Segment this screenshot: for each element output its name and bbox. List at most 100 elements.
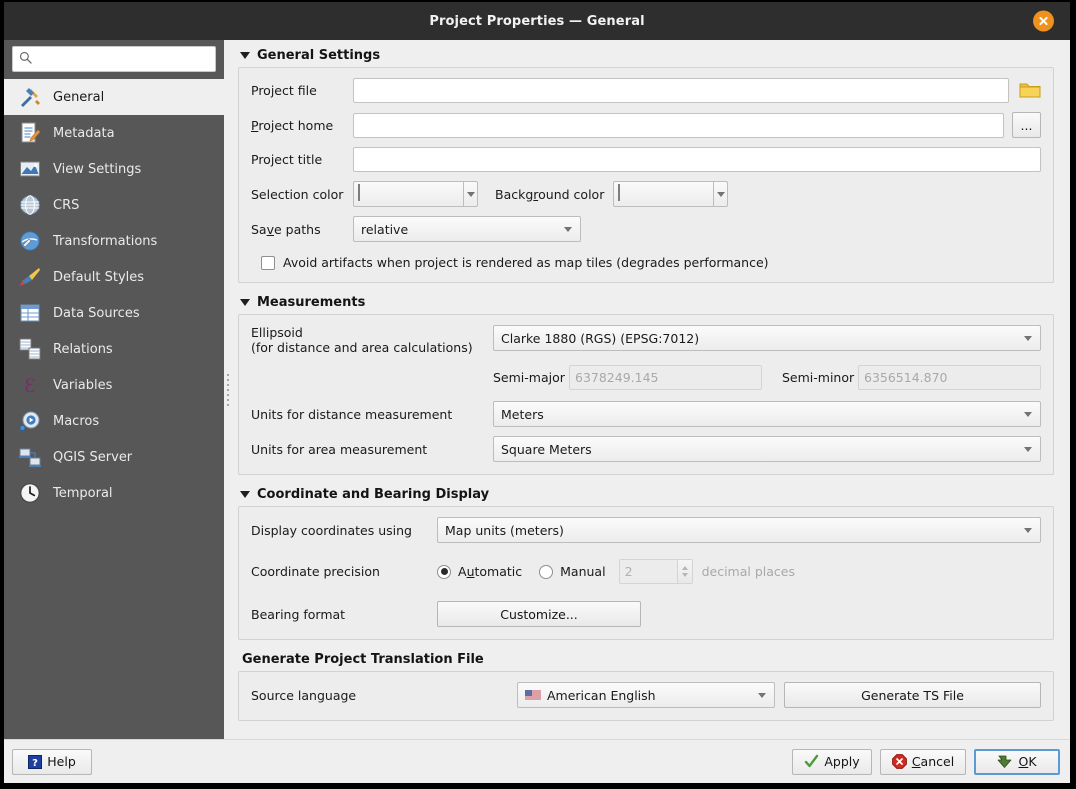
apply-button[interactable]: Apply — [792, 748, 872, 775]
search-box[interactable] — [12, 46, 216, 72]
search-icon — [19, 51, 32, 67]
save-paths-value: relative — [361, 221, 409, 237]
epsilon-icon: Ɛ — [24, 375, 36, 397]
coordinate-precision-label: Coordinate precision — [251, 564, 380, 579]
bearing-customize-button[interactable]: Customize... — [437, 601, 641, 627]
area-units-row: Units for area measurement Square Meters — [251, 436, 1041, 462]
search-input[interactable] — [37, 48, 209, 70]
globe-transform-icon — [20, 231, 40, 251]
coordinate-display-header[interactable]: Coordinate and Bearing Display — [240, 487, 1054, 502]
general-settings-header[interactable]: General Settings — [240, 48, 1054, 63]
precision-manual-radio[interactable] — [539, 564, 554, 579]
sidebar-item-variables[interactable]: Ɛ Variables — [4, 367, 224, 403]
sidebar-item-label: CRS — [53, 197, 80, 213]
project-title-input[interactable] — [353, 147, 1041, 172]
precision-automatic-label: Automatic — [458, 564, 523, 579]
sidebar-search-wrap — [4, 46, 224, 79]
source-language-combo[interactable]: American English — [517, 682, 775, 708]
selection-color-button[interactable] — [353, 181, 478, 207]
ok-arrow-icon — [998, 755, 1012, 768]
project-file-input[interactable] — [353, 78, 1009, 103]
collapse-triangle-icon — [240, 52, 250, 59]
sidebar-item-label: QGIS Server — [53, 449, 133, 465]
measurements-group: Ellipsoid (for distance and area calcula… — [238, 314, 1054, 475]
display-coordinates-label: Display coordinates using — [251, 522, 412, 538]
source-language-label: Source language — [251, 687, 357, 703]
precision-automatic-radio[interactable] — [437, 564, 451, 579]
hammer-wrench-icon — [21, 88, 40, 107]
svg-text:?: ? — [32, 758, 38, 769]
project-home-browse-button[interactable]: ... — [1012, 112, 1041, 138]
area-units-value: Square Meters — [501, 441, 592, 457]
sidebar-item-transformations[interactable]: Transformations — [4, 223, 224, 259]
project-title-label: Project title — [251, 152, 323, 167]
display-coordinates-value: Map units (meters) — [445, 522, 564, 538]
sidebar-item-label: Data Sources — [53, 305, 140, 321]
distance-units-combo[interactable]: Meters — [493, 401, 1041, 427]
sidebar-item-macros[interactable]: Macros — [4, 403, 224, 439]
sidebar-item-label: Default Styles — [53, 269, 145, 285]
display-coordinates-combo[interactable]: Map units (meters) — [437, 517, 1041, 543]
save-paths-combo[interactable]: relative — [353, 216, 581, 242]
sidebar-item-metadata[interactable]: Metadata — [4, 115, 224, 151]
project-home-row: Project home ... — [251, 112, 1041, 138]
area-units-combo[interactable]: Square Meters — [493, 436, 1041, 462]
collapse-triangle-icon — [240, 491, 250, 498]
close-icon[interactable] — [1033, 10, 1054, 32]
ellipsoid-label-line1: Ellipsoid — [251, 325, 303, 340]
display-coordinates-row: Display coordinates using Map units (met… — [251, 517, 1041, 543]
sidebar-item-label: Transformations — [53, 233, 158, 249]
help-icon: ? — [28, 754, 43, 769]
semi-minor-label: Semi-minor — [782, 370, 855, 385]
dialog-body: General Metadata View Settings CRS Trans… — [4, 40, 1070, 739]
sidebar-item-temporal[interactable]: Temporal — [4, 475, 224, 511]
sidebar-item-data-sources[interactable]: Data Sources — [4, 295, 224, 331]
decimal-places-input[interactable] — [618, 559, 677, 584]
ellipsoid-label-line2: (for distance and area calculations) — [251, 340, 473, 355]
coordinate-display-title: Coordinate and Bearing Display — [257, 487, 490, 502]
sidebar-item-qgis-server[interactable]: QGIS Server — [4, 439, 224, 475]
cancel-icon — [891, 754, 907, 769]
ellipsoid-combo[interactable]: Clarke 1880 (RGS) (EPSG:7012) — [493, 325, 1041, 351]
sidebar-item-crs[interactable]: CRS — [4, 187, 224, 223]
project-properties-dialog: Project Properties — General General Met… — [0, 0, 1076, 789]
sidebar-nav-list: General Metadata View Settings CRS Trans… — [4, 79, 224, 739]
cancel-button-label: Cancel — [911, 754, 955, 769]
sidebar-item-view-settings[interactable]: View Settings — [4, 151, 224, 187]
help-button[interactable]: ? Help — [12, 748, 92, 775]
table-icon — [20, 304, 40, 322]
folder-icon[interactable] — [1019, 80, 1041, 102]
sidebar-item-relations[interactable]: Relations — [4, 331, 224, 367]
ok-button[interactable]: OK — [974, 748, 1060, 775]
ellipsoid-row: Ellipsoid (for distance and area calcula… — [251, 325, 1041, 355]
decimal-places-stepper[interactable] — [618, 559, 693, 584]
sidebar-splitter-handle[interactable] — [224, 40, 232, 739]
sidebar-item-label: General — [53, 89, 105, 105]
semi-minor-input[interactable] — [858, 365, 1041, 390]
paintbrush-icon — [20, 268, 40, 286]
ok-button-label: OK — [1018, 754, 1037, 769]
cancel-button[interactable]: Cancel — [880, 748, 966, 775]
project-home-input[interactable] — [353, 112, 1004, 138]
gear-play-icon — [19, 411, 40, 432]
avoid-artifacts-label: Avoid artifacts when project is rendered… — [283, 255, 769, 270]
save-paths-row: Save paths relative — [251, 216, 1041, 242]
generate-ts-file-button[interactable]: Generate TS File — [784, 682, 1041, 708]
collapse-triangle-icon — [240, 299, 250, 306]
measurements-header[interactable]: Measurements — [240, 295, 1054, 310]
background-color-button[interactable] — [613, 181, 729, 207]
translation-group: Source language American English Generat… — [238, 671, 1054, 721]
sidebar-item-label: View Settings — [53, 161, 142, 177]
sidebar-item-default-styles[interactable]: Default Styles — [4, 259, 224, 295]
sidebar-item-label: Macros — [53, 413, 100, 429]
clock-icon — [19, 482, 41, 504]
semi-major-input[interactable] — [569, 365, 762, 390]
sidebar-item-label: Variables — [53, 377, 113, 393]
avoid-artifacts-checkbox[interactable] — [261, 255, 275, 270]
general-settings-title: General Settings — [257, 48, 381, 63]
settings-content: General Settings Project file Project ho… — [232, 40, 1070, 739]
avoid-artifacts-row[interactable]: Avoid artifacts when project is rendered… — [251, 255, 1041, 270]
apply-button-label: Apply — [824, 754, 860, 769]
sidebar-item-general[interactable]: General — [4, 79, 224, 115]
semi-axes-row: Semi-major Semi-minor — [251, 365, 1041, 390]
